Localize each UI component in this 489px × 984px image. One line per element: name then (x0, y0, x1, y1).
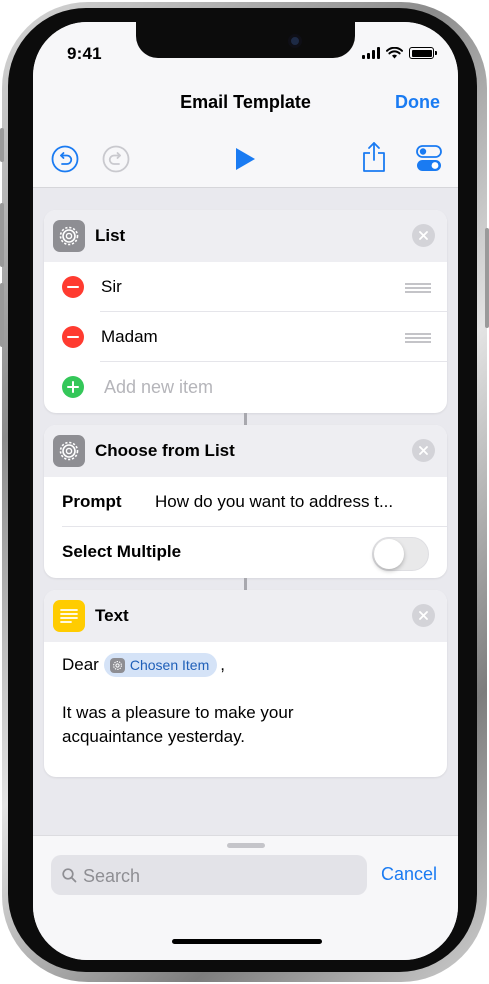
search-icon (62, 868, 77, 883)
action-connector (244, 413, 247, 425)
add-item-placeholder[interactable]: Add new item (104, 377, 213, 398)
battery-icon (409, 47, 437, 59)
list-item: Madam (44, 312, 447, 362)
text-action-card: Text Dear Chosen Item , It was a pleasur… (44, 590, 447, 777)
status-time: 9:41 (67, 44, 102, 63)
delete-item-button[interactable] (62, 326, 84, 348)
remove-action-button[interactable] (412, 604, 435, 627)
workflow-editor: List Sir Madam Add new item Choose from … (33, 188, 458, 838)
close-icon (419, 446, 428, 455)
greeting-text: Dear (62, 655, 99, 674)
delete-item-button[interactable] (62, 276, 84, 298)
wifi-icon (386, 47, 403, 59)
list-item: Sir (44, 262, 447, 312)
play-icon[interactable] (234, 147, 256, 171)
list-action-header[interactable]: List (44, 210, 447, 262)
remove-action-button[interactable] (412, 439, 435, 462)
volume-up-button (0, 203, 4, 267)
prompt-row: Prompt How do you want to address t... (44, 477, 447, 527)
reorder-handle-icon[interactable] (405, 333, 431, 343)
share-icon[interactable] (362, 141, 386, 173)
greeting-punctuation: , (220, 655, 225, 674)
sheet-grabber[interactable] (227, 843, 265, 848)
select-multiple-row: Select Multiple (44, 527, 447, 577)
text-action-header[interactable]: Text (44, 590, 447, 642)
choose-from-list-card: Choose from List Prompt How do you want … (44, 425, 447, 578)
redo-icon[interactable] (102, 145, 130, 173)
settings-toggle-icon[interactable] (416, 145, 442, 173)
cancel-button[interactable]: Cancel (381, 864, 437, 885)
remove-action-button[interactable] (412, 224, 435, 247)
select-multiple-toggle[interactable] (372, 537, 429, 571)
list-action-title: List (95, 226, 126, 245)
gear-icon (53, 435, 85, 467)
mute-switch (0, 128, 4, 162)
gear-icon (53, 220, 85, 252)
select-multiple-label: Select Multiple (62, 542, 182, 561)
action-connector (244, 578, 247, 590)
prompt-field[interactable]: How do you want to address t... (155, 492, 431, 512)
text-action-title: Text (95, 606, 129, 625)
variable-label: Chosen Item (129, 657, 210, 673)
reorder-handle-icon[interactable] (405, 283, 431, 293)
text-lines-icon (53, 600, 85, 632)
list-item-label[interactable]: Madam (101, 327, 158, 347)
power-button (485, 228, 489, 328)
editor-toolbar (33, 124, 458, 188)
choose-action-header[interactable]: Choose from List (44, 425, 447, 477)
magic-variable-token[interactable]: Chosen Item (103, 653, 218, 677)
cellular-signal-icon (362, 47, 380, 59)
home-indicator[interactable] (172, 939, 322, 944)
notch (136, 22, 355, 58)
status-icons (362, 47, 437, 59)
add-item-button[interactable] (62, 376, 84, 398)
search-input[interactable]: Search (51, 855, 367, 895)
list-item-label[interactable]: Sir (101, 277, 122, 297)
choose-action-title: Choose from List (95, 441, 235, 460)
undo-icon[interactable] (51, 145, 79, 173)
greeting-line: Dear Chosen Item , (62, 653, 429, 677)
front-camera (288, 34, 302, 48)
done-button[interactable]: Done (395, 92, 440, 113)
close-icon (419, 231, 428, 240)
add-item-row[interactable]: Add new item (44, 362, 447, 412)
body-text: It was a pleasure to make your acquainta… (62, 703, 294, 746)
search-placeholder: Search (83, 866, 141, 886)
list-action-card: List Sir Madam Add new item (44, 210, 447, 413)
text-editor[interactable]: Dear Chosen Item , It was a pleasure to … (44, 642, 447, 749)
gear-icon (109, 657, 125, 673)
action-search-sheet: Search Cancel (33, 835, 458, 960)
phone-screen: 9:41 Email Template Done List Sir Madam … (33, 22, 458, 960)
toggle-knob (374, 539, 404, 569)
close-icon (419, 611, 428, 620)
volume-down-button (0, 283, 4, 347)
prompt-label: Prompt (62, 492, 122, 511)
nav-bar: Email Template Done (33, 86, 458, 124)
